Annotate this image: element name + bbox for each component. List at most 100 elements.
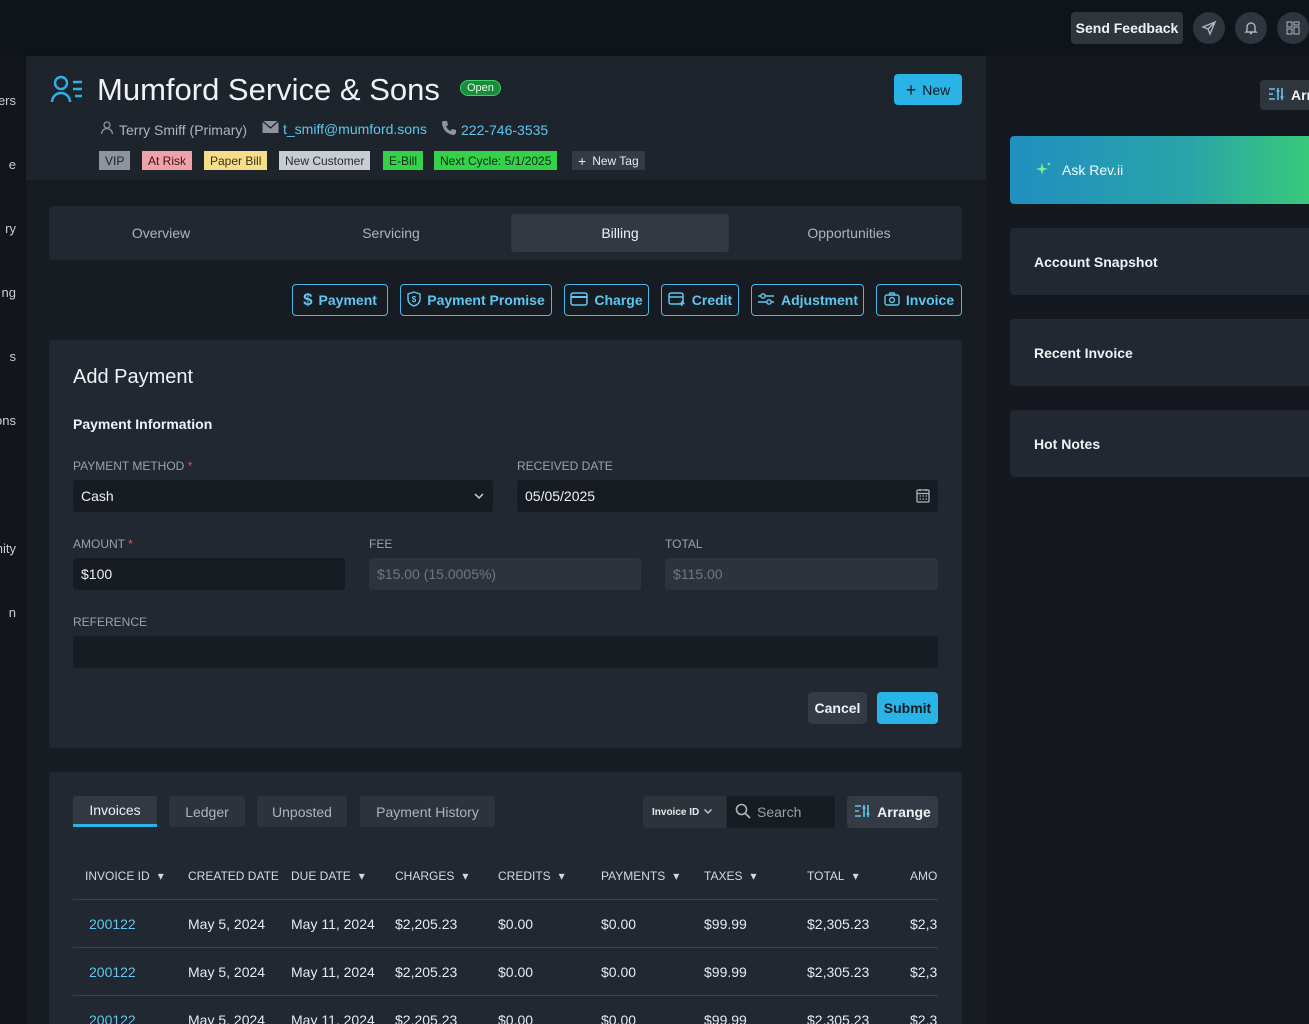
contact-name: Terry Smiff (Primary) xyxy=(99,120,247,139)
tab-servicing[interactable]: Servicing xyxy=(279,214,503,252)
payment-promise-button[interactable]: $ Payment Promise xyxy=(400,284,552,316)
mail-icon xyxy=(262,120,279,137)
invoice-icon xyxy=(884,291,900,309)
search-input[interactable]: Search xyxy=(727,796,835,828)
nav-item-fragment[interactable]: ons xyxy=(0,413,16,428)
submit-button[interactable]: Submit xyxy=(877,692,938,724)
column-header-taxes[interactable]: TAXES ▾ xyxy=(704,869,757,883)
column-header-total[interactable]: TOTAL ▾ xyxy=(807,869,859,883)
ask-rev-panel[interactable]: Ask Rev.ii xyxy=(1010,136,1309,204)
contact-phone[interactable]: 222-746-3535 xyxy=(441,120,548,139)
recent-invoice-panel[interactable]: Recent Invoice xyxy=(1010,319,1309,386)
cell-created-date: May 5, 2024 xyxy=(188,916,266,932)
tag-vip[interactable]: VIP xyxy=(99,151,131,170)
nav-item-fragment[interactable]: n xyxy=(9,605,16,620)
cell-due-date: May 11, 2024 xyxy=(291,916,375,932)
received-date-input[interactable]: 05/05/2025 xyxy=(517,480,938,512)
hot-notes-panel[interactable]: Hot Notes xyxy=(1010,410,1309,477)
column-header-invoice-id[interactable]: INVOICE ID ▾ xyxy=(85,869,164,883)
nav-item-fragment[interactable]: ng xyxy=(2,285,16,300)
send-icon[interactable] xyxy=(1193,12,1225,44)
column-header-created-date[interactable]: CREATED DATE xyxy=(188,869,279,883)
cell-payments: $0.00 xyxy=(601,964,637,980)
table-row[interactable]: 200122 May 5, 2024 May 11, 2024 $2,205.2… xyxy=(73,947,938,995)
amount-input[interactable]: $100 xyxy=(73,558,345,590)
cell-amount: $2,3 xyxy=(910,964,938,980)
cell-taxes: $99.99 xyxy=(704,964,747,980)
sort-caret-icon: ▾ xyxy=(750,869,757,883)
tag-e-bill[interactable]: E-Bill xyxy=(383,151,424,170)
add-payment-card xyxy=(49,340,962,748)
payment-method-select[interactable]: Cash xyxy=(73,480,493,512)
tab-overview[interactable]: Overview xyxy=(49,214,273,252)
calendar-icon[interactable] xyxy=(916,488,930,506)
nav-item-fragment[interactable]: e xyxy=(9,157,16,172)
arrange-button[interactable]: Arrange xyxy=(847,796,938,828)
table-row[interactable]: 200122 May 5, 2024 May 11, 2024 $2,205.2… xyxy=(73,899,938,947)
cell-credits: $0.00 xyxy=(498,1012,534,1024)
reference-input[interactable] xyxy=(73,636,938,668)
invoice-id-link[interactable]: 200122 xyxy=(89,964,136,980)
plus-icon: + xyxy=(905,79,917,100)
new-button[interactable]: + New xyxy=(894,74,962,105)
subtab-payment-history[interactable]: Payment History xyxy=(360,796,495,827)
send-feedback-button[interactable]: Send Feedback xyxy=(1071,12,1183,44)
form-title: Add Payment xyxy=(73,366,194,388)
sort-caret-icon: ▾ xyxy=(558,869,565,883)
nav-item-fragment[interactable]: s xyxy=(10,349,17,364)
cell-due-date: May 11, 2024 xyxy=(291,964,375,980)
apps-grid-icon[interactable] xyxy=(1277,12,1309,44)
column-header-charges[interactable]: CHARGES ▾ xyxy=(395,869,468,883)
tag-next-cycle[interactable]: Next Cycle: 5/1/2025 xyxy=(434,151,558,170)
subtab-invoices[interactable]: Invoices xyxy=(73,796,157,827)
sort-caret-icon: ▾ xyxy=(358,869,365,883)
nav-item-fragment[interactable]: ers xyxy=(0,93,16,108)
cell-total: $2,305.23 xyxy=(807,964,870,980)
cell-amount: $2,3 xyxy=(910,916,938,932)
cell-charges: $2,205.23 xyxy=(395,916,458,932)
phone-icon xyxy=(441,120,457,139)
column-header-due-date[interactable]: DUE DATE ▾ xyxy=(291,869,365,883)
table-row[interactable]: 200122 May 5, 2024 May 11, 2024 $2,205.2… xyxy=(73,995,938,1024)
sparkle-icon xyxy=(1036,161,1052,180)
cell-total: $2,305.23 xyxy=(807,916,870,932)
cell-payments: $0.00 xyxy=(601,916,637,932)
subtab-unposted[interactable]: Unposted xyxy=(257,796,347,827)
nav-item-fragment[interactable]: nity xyxy=(0,541,16,556)
tab-opportunities[interactable]: Opportunities xyxy=(739,214,959,252)
sidebar-arrange-button[interactable]: Arr xyxy=(1260,80,1309,110)
invoice-id-link[interactable]: 200122 xyxy=(89,1012,136,1024)
bell-icon[interactable] xyxy=(1235,12,1267,44)
charge-button[interactable]: Charge xyxy=(564,284,649,316)
cell-credits: $0.00 xyxy=(498,916,534,932)
adjustment-button[interactable]: Adjustment xyxy=(751,284,864,316)
contact-email[interactable]: t_smiff@mumford.sons xyxy=(262,120,427,137)
cell-amount: $2,3 xyxy=(910,1012,938,1024)
search-field-select[interactable]: Invoice ID xyxy=(643,796,726,828)
tag-new-customer[interactable]: New Customer xyxy=(279,151,371,170)
cell-charges: $2,205.23 xyxy=(395,1012,458,1024)
invoice-button[interactable]: Invoice xyxy=(876,284,962,316)
column-header-credits[interactable]: CREDITS ▾ xyxy=(498,869,565,883)
tag-paper-bill[interactable]: Paper Bill xyxy=(204,151,268,170)
tag-at-risk[interactable]: At Risk xyxy=(142,151,193,170)
section-heading: Payment Information xyxy=(73,416,213,432)
plus-icon: + xyxy=(578,152,587,169)
svg-text:$: $ xyxy=(412,295,417,304)
new-button-label: New xyxy=(922,81,951,98)
left-nav: ers e ry ng s ons nity n xyxy=(0,56,26,1024)
nav-item-fragment[interactable]: ry xyxy=(5,221,16,236)
tab-billing[interactable]: Billing xyxy=(511,214,729,252)
column-header-amount[interactable]: AMO xyxy=(910,869,938,883)
new-tag-button[interactable]: + New Tag xyxy=(572,151,645,170)
cancel-button[interactable]: Cancel xyxy=(808,692,867,724)
payment-button[interactable]: $ Payment xyxy=(292,284,388,316)
invoice-id-link[interactable]: 200122 xyxy=(89,916,136,932)
cell-charges: $2,205.23 xyxy=(395,964,458,980)
account-icon xyxy=(50,74,84,109)
tab-bar: Overview Servicing Billing Opportunities xyxy=(49,206,962,260)
subtab-ledger[interactable]: Ledger xyxy=(169,796,245,827)
credit-button[interactable]: Credit xyxy=(661,284,739,316)
column-header-payments[interactable]: PAYMENTS ▾ xyxy=(601,869,679,883)
account-snapshot-panel[interactable]: Account Snapshot xyxy=(1010,228,1309,295)
